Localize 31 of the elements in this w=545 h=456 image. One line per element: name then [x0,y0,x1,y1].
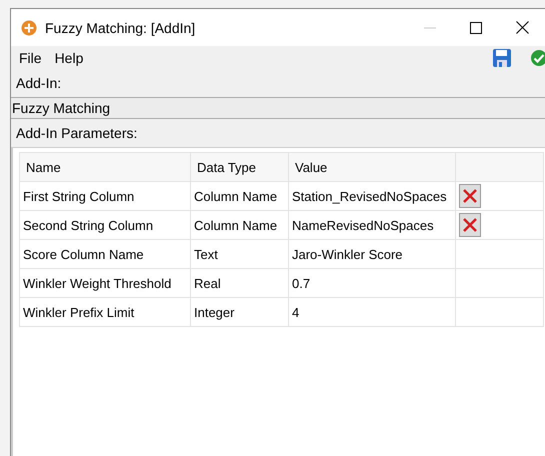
table-cell: NameRevisedNoSpaces [288,210,456,240]
table-cell: Second String Column [20,210,190,240]
app-icon [21,20,37,36]
table-cell: Winkler Prefix Limit [20,298,190,326]
save-icon[interactable] [493,48,511,66]
table-cell: Station_RevisedNoSpaces [288,182,456,210]
table-cell: Integer [190,298,288,326]
close-icon[interactable] [516,21,528,34]
window-title: Fuzzy Matching: [AddIn] [45,20,196,36]
table-cell: Score Column Name [20,240,190,268]
table-cell: Text [190,240,288,268]
field-label: Add-In: [15,74,62,93]
table-cell: 0.7 [288,268,456,298]
column-header: Value [288,152,456,182]
menu-item[interactable]: File [19,50,42,66]
column-header: Data Type [190,152,288,182]
table-cell: Column Name [190,182,288,210]
menu-item[interactable]: Help [54,50,84,66]
addin-name-field: Fuzzy Matching [11,97,545,119]
maximize-icon[interactable] [470,22,482,34]
remove-button[interactable] [459,213,481,237]
remove-button[interactable] [459,184,481,208]
table-cell: First String Column [20,182,190,210]
section-label: Add-In Parameters: [15,124,138,143]
table-cell: Winkler Weight Threshold [20,268,190,298]
table-cell: 4 [288,298,456,326]
table-cell: Jaro-Winkler Score [288,240,456,268]
check-icon[interactable] [531,50,545,66]
table-cell: Real [190,268,288,298]
table-cell: Column Name [190,210,288,240]
column-header: Name [20,152,190,182]
